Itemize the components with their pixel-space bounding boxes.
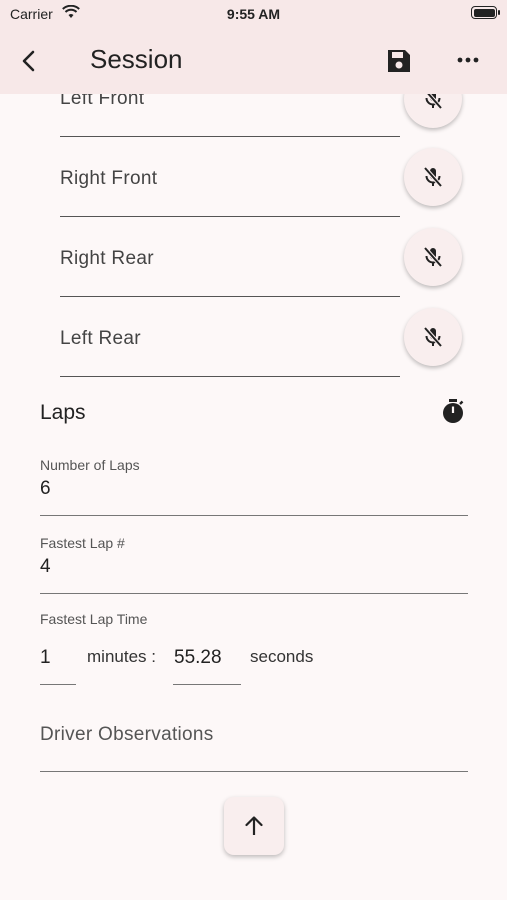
number-of-laps-input[interactable]: 6 (40, 478, 51, 500)
tire-field-right-front[interactable]: Right Front (60, 137, 400, 217)
mic-toggle-button[interactable] (404, 148, 462, 206)
clock: 9:55 AM (226, 6, 281, 22)
mic-off-icon (423, 326, 443, 348)
minutes-label: minutes : (87, 647, 156, 666)
tire-label: Left Front (60, 94, 145, 109)
timer-icon[interactable] (441, 398, 465, 424)
status-bar: Carrier 9:55 AM (0, 0, 507, 30)
fastest-lap-time-label: Fastest Lap Time (40, 611, 148, 627)
page-title: Session (90, 44, 183, 74)
tire-field-right-rear[interactable]: Right Rear (60, 217, 400, 297)
tire-label: Right Front (60, 168, 158, 189)
field-underline (60, 376, 400, 377)
minutes-input[interactable]: 1 (40, 647, 51, 669)
back-arrow-icon[interactable] (14, 46, 44, 76)
mic-toggle-button[interactable] (404, 228, 462, 286)
session-form: Left Front Right Front Right Rear Left R… (0, 94, 507, 900)
field-underline (40, 771, 468, 772)
laps-heading: Laps (40, 401, 86, 424)
save-icon[interactable] (384, 46, 414, 76)
seconds-input[interactable]: 55.28 (174, 647, 222, 669)
driver-observations-field[interactable]: Driver Observations (40, 724, 214, 746)
tire-field-left-front[interactable]: Left Front (60, 94, 400, 137)
tire-label: Right Rear (60, 248, 154, 269)
mic-off-icon (425, 94, 443, 110)
minutes-underline (40, 684, 76, 685)
mic-off-icon (423, 166, 443, 188)
seconds-underline (173, 684, 241, 685)
seconds-label: seconds (250, 647, 314, 666)
field-underline (40, 593, 468, 594)
mic-toggle-button[interactable] (404, 308, 462, 366)
fastest-lap-input[interactable]: 4 (40, 556, 51, 578)
arrow-up-icon (245, 816, 263, 835)
app-bar: Session (0, 30, 507, 94)
tire-label: Left Rear (60, 328, 141, 349)
scroll-to-top-button[interactable] (224, 797, 284, 855)
field-underline (40, 515, 468, 516)
battery-icon (471, 6, 500, 19)
more-options-icon[interactable] (455, 50, 481, 70)
tire-field-left-rear[interactable]: Left Rear (60, 297, 400, 377)
number-of-laps-label: Number of Laps (40, 457, 140, 473)
mic-toggle-button[interactable] (404, 94, 462, 128)
mic-off-icon (423, 246, 443, 268)
fastest-lap-label: Fastest Lap # (40, 535, 125, 551)
